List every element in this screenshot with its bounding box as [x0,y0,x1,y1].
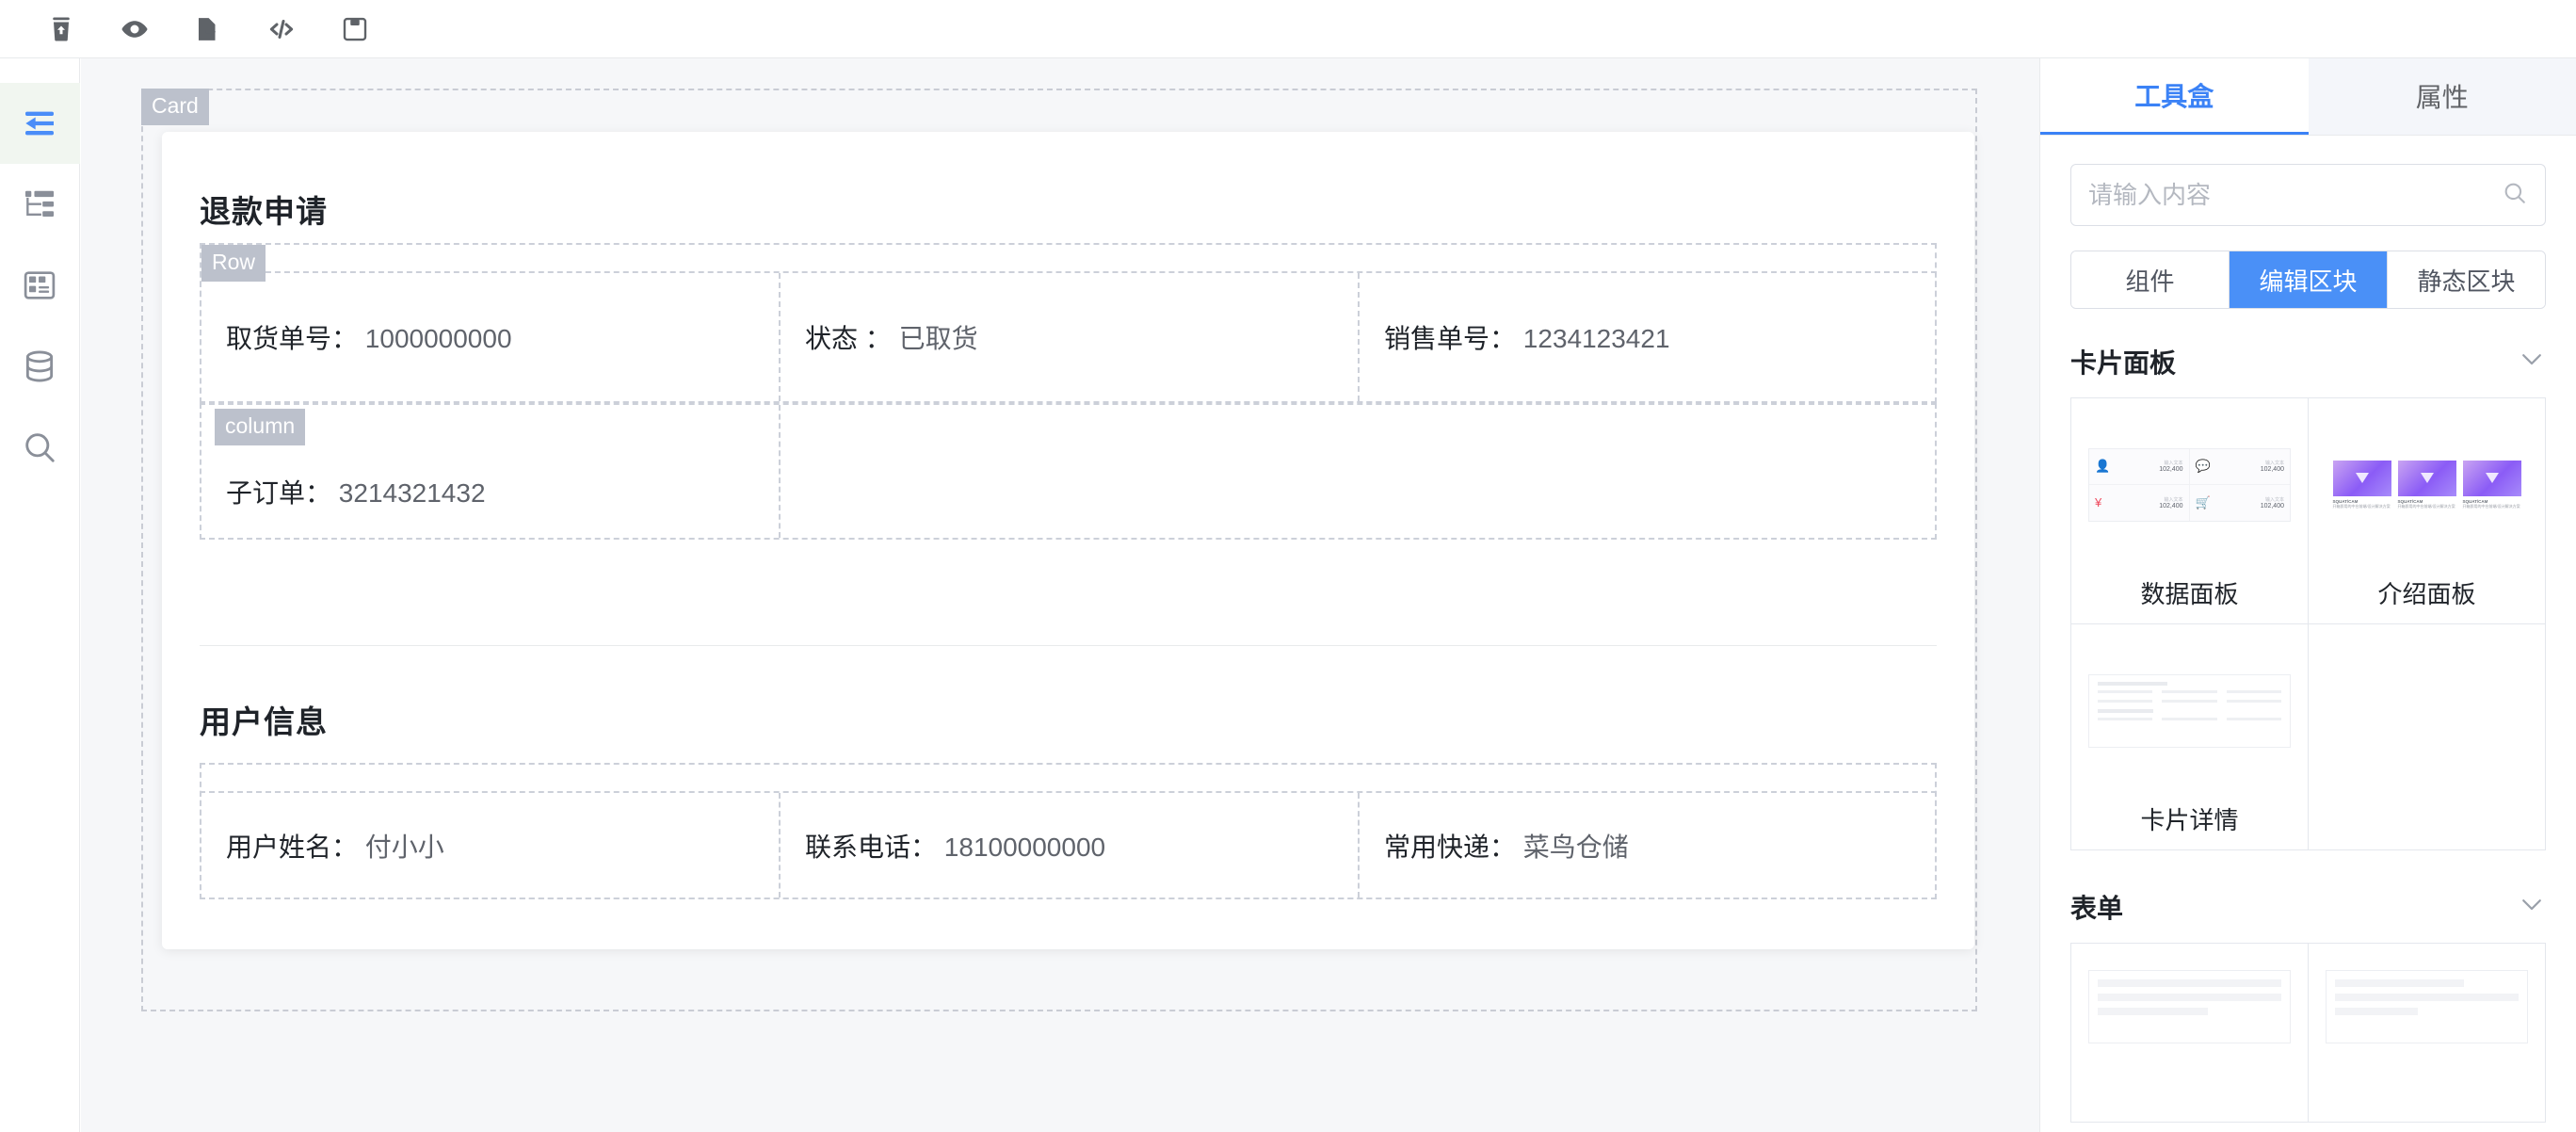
sidebar-item-layout-grid[interactable] [0,245,80,326]
save-icon[interactable] [339,13,371,45]
field-label: 销售单号： [1384,324,1517,353]
card-tag-label: Card [141,89,209,125]
field-value: 已取货 [898,324,978,353]
design-canvas[interactable]: Card 退款申请 Row 取货单号： 1000000000 状态 ： 已取货 … [81,58,2039,1132]
row-tag-label: Row [201,245,266,282]
thumb-body: 开箱即用的中台前端/设计解决方案 [2332,503,2391,509]
thumb-label: 输入文本 [2164,461,2183,466]
data-panel-thumb: 👤 输入文本 102,400 💬 输入文本 102,400 ¥ 输入文本 102,40… [2081,408,2298,561]
intro-panel-thumb: SQUAT/CAM 开箱即用的中台前端/设计解决方案 SQUAT/CAM 开箱即… [2318,408,2536,561]
field-sub-order: 子订单： 3214321432 [226,473,486,510]
search-icon[interactable] [2502,180,2528,211]
code-icon[interactable] [266,13,298,45]
sidebar-item-database[interactable] [0,326,80,407]
field-label: 常用快递： [1384,832,1517,862]
field-phone: 联系电话： 18100000000 [805,827,1105,865]
field-cell[interactable]: 销售单号： 1234123421 [1360,273,1935,401]
search-input[interactable] [2088,180,2502,210]
list-item-caption: 数据面板 [2140,579,2239,608]
field-cell[interactable]: 常用快递： 菜鸟仓储 [1360,793,1935,898]
segment-edit-block[interactable]: 编辑区块 [2230,251,2388,308]
file-export-icon[interactable] [192,13,224,45]
form-grid [2070,943,2546,1123]
list-item[interactable]: 卡片详情 [2071,624,2309,850]
segment-static-block[interactable]: 静态区块 [2388,251,2545,308]
section-divider [200,645,1937,646]
list-item[interactable] [2071,944,2309,1123]
field-cell[interactable]: 状态 ： 已取货 [781,273,1360,401]
thumb-body: 开箱即用的中台前端/设计解决方案 [2462,503,2520,509]
tab-toolbox[interactable]: 工具盒 [2040,58,2309,135]
left-rail [0,58,80,1132]
form-thumb-a [2081,953,2298,1059]
top-toolbar [0,0,2576,58]
field-pickup-order: 取货单号： 1000000000 [226,318,512,356]
field-cell[interactable]: 用户姓名： 付小小 [201,793,781,898]
chevron-down-icon[interactable] [2518,890,2546,925]
field-user-name: 用户姓名： 付小小 [226,827,444,865]
table-row[interactable]: 取货单号： 1000000000 状态 ： 已取货 销售单号： 12341234… [200,271,1937,403]
segmented-control: 组件 编辑区块 静态区块 [2070,251,2546,309]
field-cell[interactable]: 取货单号： 1000000000 [201,273,781,401]
card-panel-grid: 👤 输入文本 102,400 💬 输入文本 102,400 ¥ 输入文本 102,40… [2070,397,2546,850]
thumb-body: 开箱即用的中台前端/设计解决方案 [2397,503,2455,509]
thumb-label: 输入文本 [2264,496,2284,503]
thumb-value: 102,400 [2260,466,2284,473]
thumb-value: 102,400 [2159,466,2183,473]
list-item-caption: 卡片详情 [2140,805,2239,834]
field-cell[interactable]: 联系电话： 18100000000 [781,793,1360,898]
form-thumb-b [2318,953,2536,1059]
group-header-form[interactable]: 表单 [2070,888,2546,943]
thumb-value: 102,400 [2159,502,2183,509]
section-title-user-info: 用户信息 [200,704,328,739]
field-status: 状态 ： 已取货 [805,318,978,356]
field-label: 取货单号： [226,324,359,353]
eye-preview-icon[interactable] [119,13,151,45]
field-label: 联系电话： [805,832,938,862]
thumb-label: 输入文本 [2164,496,2183,503]
column-tag-label: column [215,409,306,445]
panel-tabs: 工具盒 属性 [2040,58,2576,136]
field-value: 18100000000 [943,832,1106,862]
thumb-label: 输入文本 [2264,461,2284,466]
field-label: 子订单： [226,477,332,508]
field-label: 用户姓名： [226,832,359,862]
field-cell-column[interactable]: column 子订单： 3214321432 [201,405,781,538]
field-value: 付小小 [364,832,444,862]
segment-components[interactable]: 组件 [2071,251,2230,308]
refund-card[interactable]: 退款申请 Row 取货单号： 1000000000 状态 ： 已取货 销售单号：… [162,132,1974,949]
sidebar-item-outline-tree[interactable] [0,164,80,245]
chevron-down-icon[interactable] [2518,345,2546,380]
list-item-empty [2309,624,2546,850]
list-item[interactable]: 👤 输入文本 102,400 💬 输入文本 102,400 ¥ 输入文本 102,40… [2071,398,2309,624]
trash-upload-icon[interactable] [45,13,77,45]
tab-properties[interactable]: 属性 [2308,58,2576,135]
field-value: 1234123421 [1522,324,1670,353]
sidebar-item-search[interactable] [0,407,80,488]
sidebar-item-collapse[interactable] [0,83,80,164]
right-panel: 工具盒 属性 组件 编辑区块 静态区块 卡片面板 👤 [2039,58,2576,1132]
group-title: 表单 [2070,894,2124,923]
group-title: 卡片面板 [2070,348,2177,378]
list-item-caption: 介绍面板 [2377,579,2476,608]
empty-thumb [2318,634,2536,787]
field-express: 常用快递： 菜鸟仓储 [1384,827,1629,865]
list-item[interactable] [2309,944,2546,1123]
field-value: 1000000000 [364,324,512,353]
field-cell-empty[interactable] [781,405,1935,538]
list-item[interactable]: SQUAT/CAM 开箱即用的中台前端/设计解决方案 SQUAT/CAM 开箱即… [2309,398,2546,624]
table-row[interactable]: 用户姓名： 付小小 联系电话： 18100000000 常用快递： 菜鸟仓储 [200,791,1937,899]
page-title: 退款申请 [200,194,328,229]
field-value: 3214321432 [338,477,486,508]
canvas-inner: Card 退款申请 Row 取货单号： 1000000000 状态 ： 已取货 … [141,89,1977,1011]
search-box[interactable] [2070,164,2546,226]
field-value: 菜鸟仓储 [1522,832,1629,862]
group-header-card-panel[interactable]: 卡片面板 [2070,343,2546,397]
card-detail-thumb [2081,634,2298,787]
field-sales-order: 销售单号： 1234123421 [1384,318,1670,356]
field-label: 状态 ： [805,324,892,353]
thumb-value: 102,400 [2260,502,2284,509]
table-row[interactable]: column 子订单： 3214321432 [200,403,1937,540]
